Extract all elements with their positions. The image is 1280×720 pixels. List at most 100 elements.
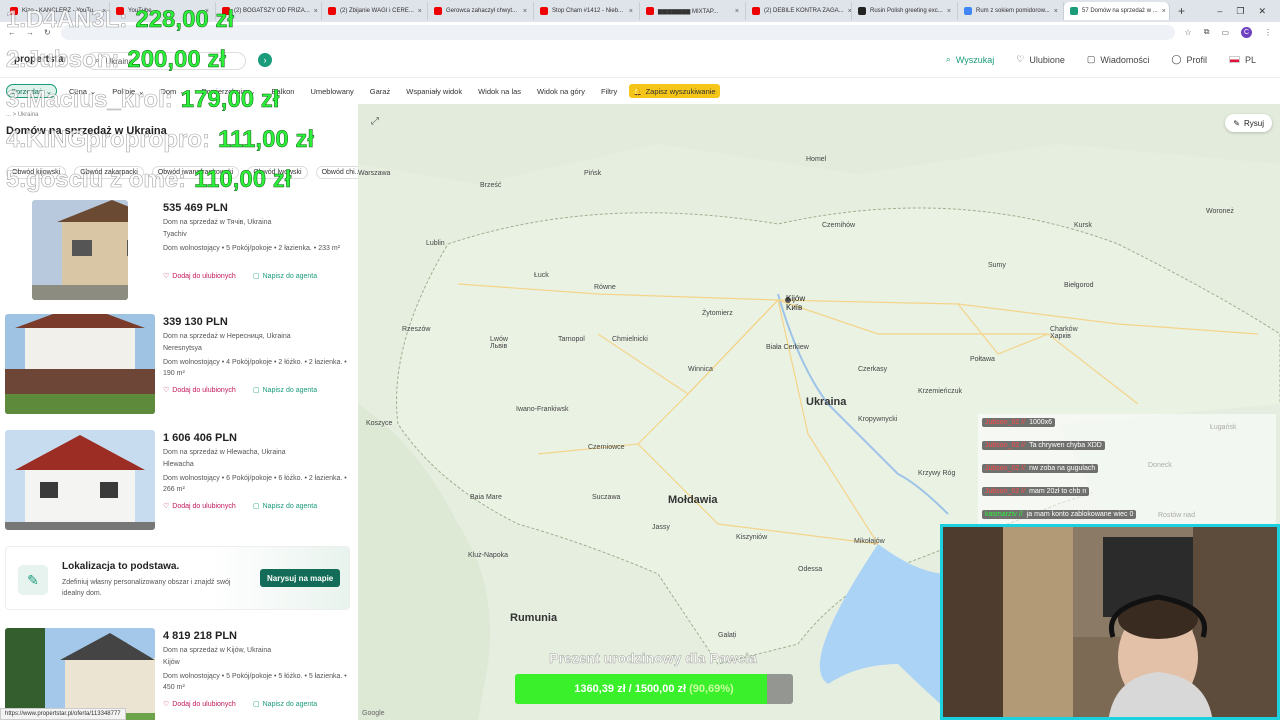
message-agent-button[interactable]: ▢ Napisz do agenta <box>253 272 317 281</box>
save-search-label: Zapisz wyszukiwanie <box>645 86 716 96</box>
nav-search[interactable]: ⌕ Wyszukaj <box>946 54 994 65</box>
tab-close-icon[interactable]: × <box>314 8 318 15</box>
search-go-button[interactable]: › <box>258 53 272 67</box>
promo-title: Lokalizacja to podstawa. <box>62 561 180 572</box>
map-label-city: Warszawa <box>358 170 391 177</box>
add-to-favorites-label: Dodaj do ulubionych <box>172 700 236 708</box>
filter-chip-label: Wspaniały widok <box>406 86 463 96</box>
filter-chip[interactable]: Umeblowany <box>306 84 357 98</box>
tab-title: (2) BOGATSZY OD FRIZA... <box>234 8 310 14</box>
listing-price[interactable]: 535 469 PLN <box>163 202 228 214</box>
chat-text: 1000x6 <box>1029 419 1053 426</box>
close-window-button[interactable]: ✕ <box>1258 6 1266 17</box>
tab-close-icon[interactable]: × <box>947 8 951 15</box>
new-tab-button[interactable]: + <box>1170 4 1193 18</box>
donation-amount: 111,00 zł <box>218 126 315 154</box>
nav-profile[interactable]: ◯ Profil <box>1171 54 1207 65</box>
map-label-city: Tarnopol <box>558 336 585 343</box>
listing-card[interactable]: 535 469 PLN Dom na sprzedaż w Тячів, Ukra… <box>5 200 350 300</box>
profile-avatar[interactable]: C <box>1241 26 1252 38</box>
add-to-favorites-button[interactable]: ♡ Dodaj do ulubionych <box>163 700 236 709</box>
filter-chip[interactable]: Widok na las <box>474 84 525 98</box>
goal-progress-bar: 1360,39 zł / 1500,00 zł (90,69%) <box>515 674 793 704</box>
menu-icon[interactable]: ⋮ <box>1264 28 1272 37</box>
save-search-button[interactable]: 🔔 Zapisz wyszukiwanie <box>629 84 720 98</box>
draw-map-button[interactable]: ✎ Rysuj <box>1225 114 1272 132</box>
webcam-feed <box>940 524 1280 720</box>
message-agent-button[interactable]: ▢ Napisz do agenta <box>253 502 317 511</box>
extensions-icon[interactable]: ⧉ <box>1204 27 1210 37</box>
add-to-favorites-button[interactable]: ♡ Dodaj do ulubionych <box>163 386 236 395</box>
browser-tab[interactable]: 57 Domów na sprzedaż w ... × <box>1064 2 1170 20</box>
filter-chip-label: Widok na góry <box>537 86 585 96</box>
map-label-city: Koszyce <box>366 420 393 427</box>
listing-town: Kijów <box>163 659 180 666</box>
tab-favicon-icon <box>540 7 548 15</box>
map-label-city: Czernihów <box>822 222 856 229</box>
browser-tab[interactable]: Rusin Polish greeting exc... × <box>852 2 958 20</box>
draw-on-map-button[interactable]: Narysuj na mapie <box>260 569 341 587</box>
browser-tab[interactable]: ▆▆▆▆▆▆▆ MIXTAP... × <box>640 2 746 20</box>
leaderboard-row: 1.D4AN3L: 228,00 zł <box>6 6 235 34</box>
add-to-favorites-label: Dodaj do ulubionych <box>172 386 236 394</box>
donor-name: 1.D4AN3L: <box>6 6 128 34</box>
map-label-city: Suczawa <box>592 494 621 501</box>
listing-town: Neresnytsya <box>163 345 202 352</box>
tab-close-icon[interactable]: × <box>418 8 422 15</box>
listing-photo[interactable] <box>32 200 128 300</box>
listing-photo[interactable] <box>5 314 155 414</box>
add-to-favorites-button[interactable]: ♡ Dodaj do ulubionych <box>163 272 236 281</box>
filter-chip[interactable]: Widok na góry <box>533 84 589 98</box>
map-label-city: Baia Mare <box>470 494 502 501</box>
draw-map-label: Rysuj <box>1243 118 1264 128</box>
filter-chip[interactable]: Filtry <box>597 84 621 98</box>
nav-favorites[interactable]: ♡ Ulubione <box>1016 54 1065 65</box>
listing-price[interactable]: 339 130 PLN <box>163 316 228 328</box>
listing-card[interactable]: 1 606 406 PLN Dom na sprzedaż w Hlewacha,… <box>5 430 350 530</box>
tab-close-icon[interactable]: × <box>1162 8 1166 15</box>
tab-title: Rum z sokiem pomidorow... <box>976 8 1050 14</box>
tab-close-icon[interactable]: × <box>629 8 633 15</box>
listing-photo[interactable] <box>5 628 155 720</box>
browser-tab[interactable]: Rum z sokiem pomidorow... × <box>958 2 1064 20</box>
browser-tab[interactable]: (2) Zbijanie WAGI i CERE... × <box>322 2 428 20</box>
filter-chip[interactable]: Wspaniały widok <box>402 84 466 98</box>
filter-chip[interactable]: Garaż <box>366 84 394 98</box>
listing-price[interactable]: 4 819 218 PLN <box>163 630 237 642</box>
tab-close-icon[interactable]: × <box>1054 8 1058 15</box>
map-label-city: Kropywnycki <box>858 416 898 423</box>
bookmark-star-icon[interactable]: ☆ <box>1185 28 1192 37</box>
nav-messages[interactable]: ▢ Wiadomości <box>1087 54 1150 65</box>
leaderboard-row: 3.Macius_krol: 179,00 zł <box>6 86 280 114</box>
listing-card[interactable]: 339 130 PLN Dom na sprzedaż w Нересниця, … <box>5 314 350 414</box>
promo-text: Zdefiniuj własny personalizowany obszar … <box>62 579 231 597</box>
region-chip[interactable]: Obwód chi... <box>315 166 358 179</box>
message-agent-button[interactable]: ▢ Napisz do agenta <box>253 386 317 395</box>
filter-chip-label: Widok na las <box>478 86 522 96</box>
map-label-city: Krzywy Róg <box>918 470 956 477</box>
browser-tab[interactable]: Stop Cham #1412 - Nieb... × <box>534 2 640 20</box>
chat-message: kasmarztv //ja mam konto zablokowane wie… <box>982 510 1137 519</box>
minimize-button[interactable]: – <box>1217 6 1222 17</box>
map-label-city: Lwów Львів <box>490 336 508 350</box>
add-to-favorites-label: Dodaj do ulubionych <box>172 502 236 510</box>
tab-title: (2) DEBILE KONTRA ZAGA... <box>764 8 844 14</box>
map-label-city: Równe <box>594 284 616 291</box>
language-selector[interactable]: PL <box>1228 55 1256 65</box>
browser-tab[interactable]: (2) DEBILE KONTRA ZAGA... × <box>746 2 852 20</box>
fullscreen-icon[interactable]: ⤢ <box>368 114 382 128</box>
add-to-favorites-button[interactable]: ♡ Dodaj do ulubionych <box>163 502 236 511</box>
map-label-city: Mikołajów <box>854 538 885 545</box>
tab-close-icon[interactable]: × <box>735 8 739 15</box>
message-agent-button[interactable]: ▢ Napisz do agenta <box>253 700 317 709</box>
tab-close-icon[interactable]: × <box>523 8 527 15</box>
sidepanel-icon[interactable]: ▭ <box>1221 28 1229 37</box>
heart-icon: ♡ <box>163 701 170 708</box>
listing-card[interactable]: 4 819 218 PLN Dom na sprzedaż w Kijów, Uk… <box>5 628 350 720</box>
listing-price[interactable]: 1 606 406 PLN <box>163 432 237 444</box>
listing-photo[interactable] <box>5 430 155 530</box>
maximize-button[interactable]: ❐ <box>1236 6 1244 17</box>
donor-name: 3.Macius_krol: <box>6 86 173 114</box>
browser-tab[interactable]: Gerowca zahaczył chwyt... × <box>428 2 534 20</box>
map-label-country: Mołdawia <box>668 494 718 506</box>
